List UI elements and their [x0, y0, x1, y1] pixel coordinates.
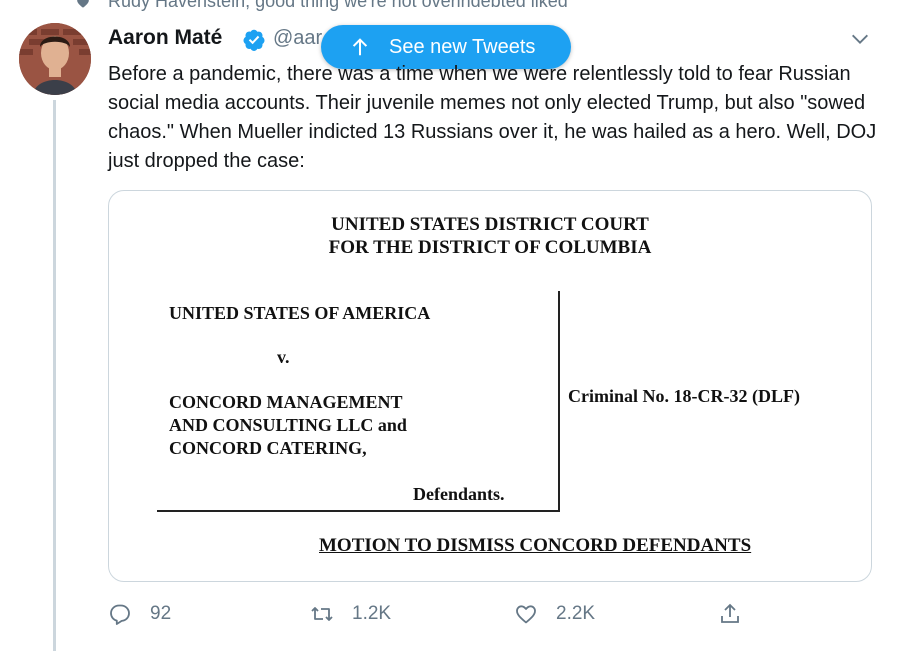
court-name-line-2: FOR THE DISTRICT OF COLUMBIA — [328, 237, 652, 258]
plaintiff-name: UNITED STATES OF AMERICA — [169, 303, 431, 323]
caption-vertical-rule — [558, 291, 560, 511]
avatar[interactable] — [19, 23, 91, 95]
see-new-tweets-label: See new Tweets — [389, 36, 536, 58]
retweet-count: 1.2K — [352, 603, 392, 624]
tweet-actions: 92 1.2K 2.2K — [108, 598, 768, 630]
arrow-up-icon — [352, 38, 368, 56]
social-context-text[interactable]: Rudy Havenstein, good thing we're not ov… — [108, 0, 568, 12]
defendant-line-2: AND CONSULTING LLC and — [169, 415, 407, 435]
reply-count: 92 — [150, 603, 172, 624]
caption-horizontal-rule — [157, 510, 560, 512]
defendant-line-1: CONCORD MANAGEMENT — [169, 392, 403, 412]
case-number: Criminal No. 18-CR-32 (DLF) — [568, 386, 800, 406]
avatar-image — [19, 23, 91, 95]
like-count: 2.2K — [556, 603, 596, 624]
tweet-media-image[interactable]: UNITED STATES DISTRICT COURT FOR THE DIS… — [108, 190, 872, 582]
tweet-text: Before a pandemic, there was a time when… — [108, 63, 877, 172]
retweet-icon — [311, 607, 333, 621]
motion-title: MOTION TO DISMISS CONCORD DEFENDANTS — [319, 535, 752, 556]
heart-icon — [77, 0, 89, 8]
verified-badge-icon — [243, 29, 265, 51]
thread-line — [53, 100, 56, 651]
heart-icon — [516, 605, 536, 624]
chevron-down-icon[interactable] — [849, 28, 871, 50]
author-handle[interactable]: @aar — [273, 27, 322, 50]
defendant-line-3: CONCORD CATERING, — [169, 438, 367, 458]
defendants-label: Defendants. — [413, 484, 505, 504]
share-icon — [721, 603, 739, 623]
court-name-line-1: UNITED STATES DISTRICT COURT — [331, 214, 649, 235]
reply-icon — [110, 604, 130, 625]
author-name[interactable]: Aaron Maté — [108, 26, 222, 50]
tweet-timeline: Rudy Havenstein, good thing we're not ov… — [0, 0, 899, 651]
versus-label: v. — [277, 347, 290, 367]
